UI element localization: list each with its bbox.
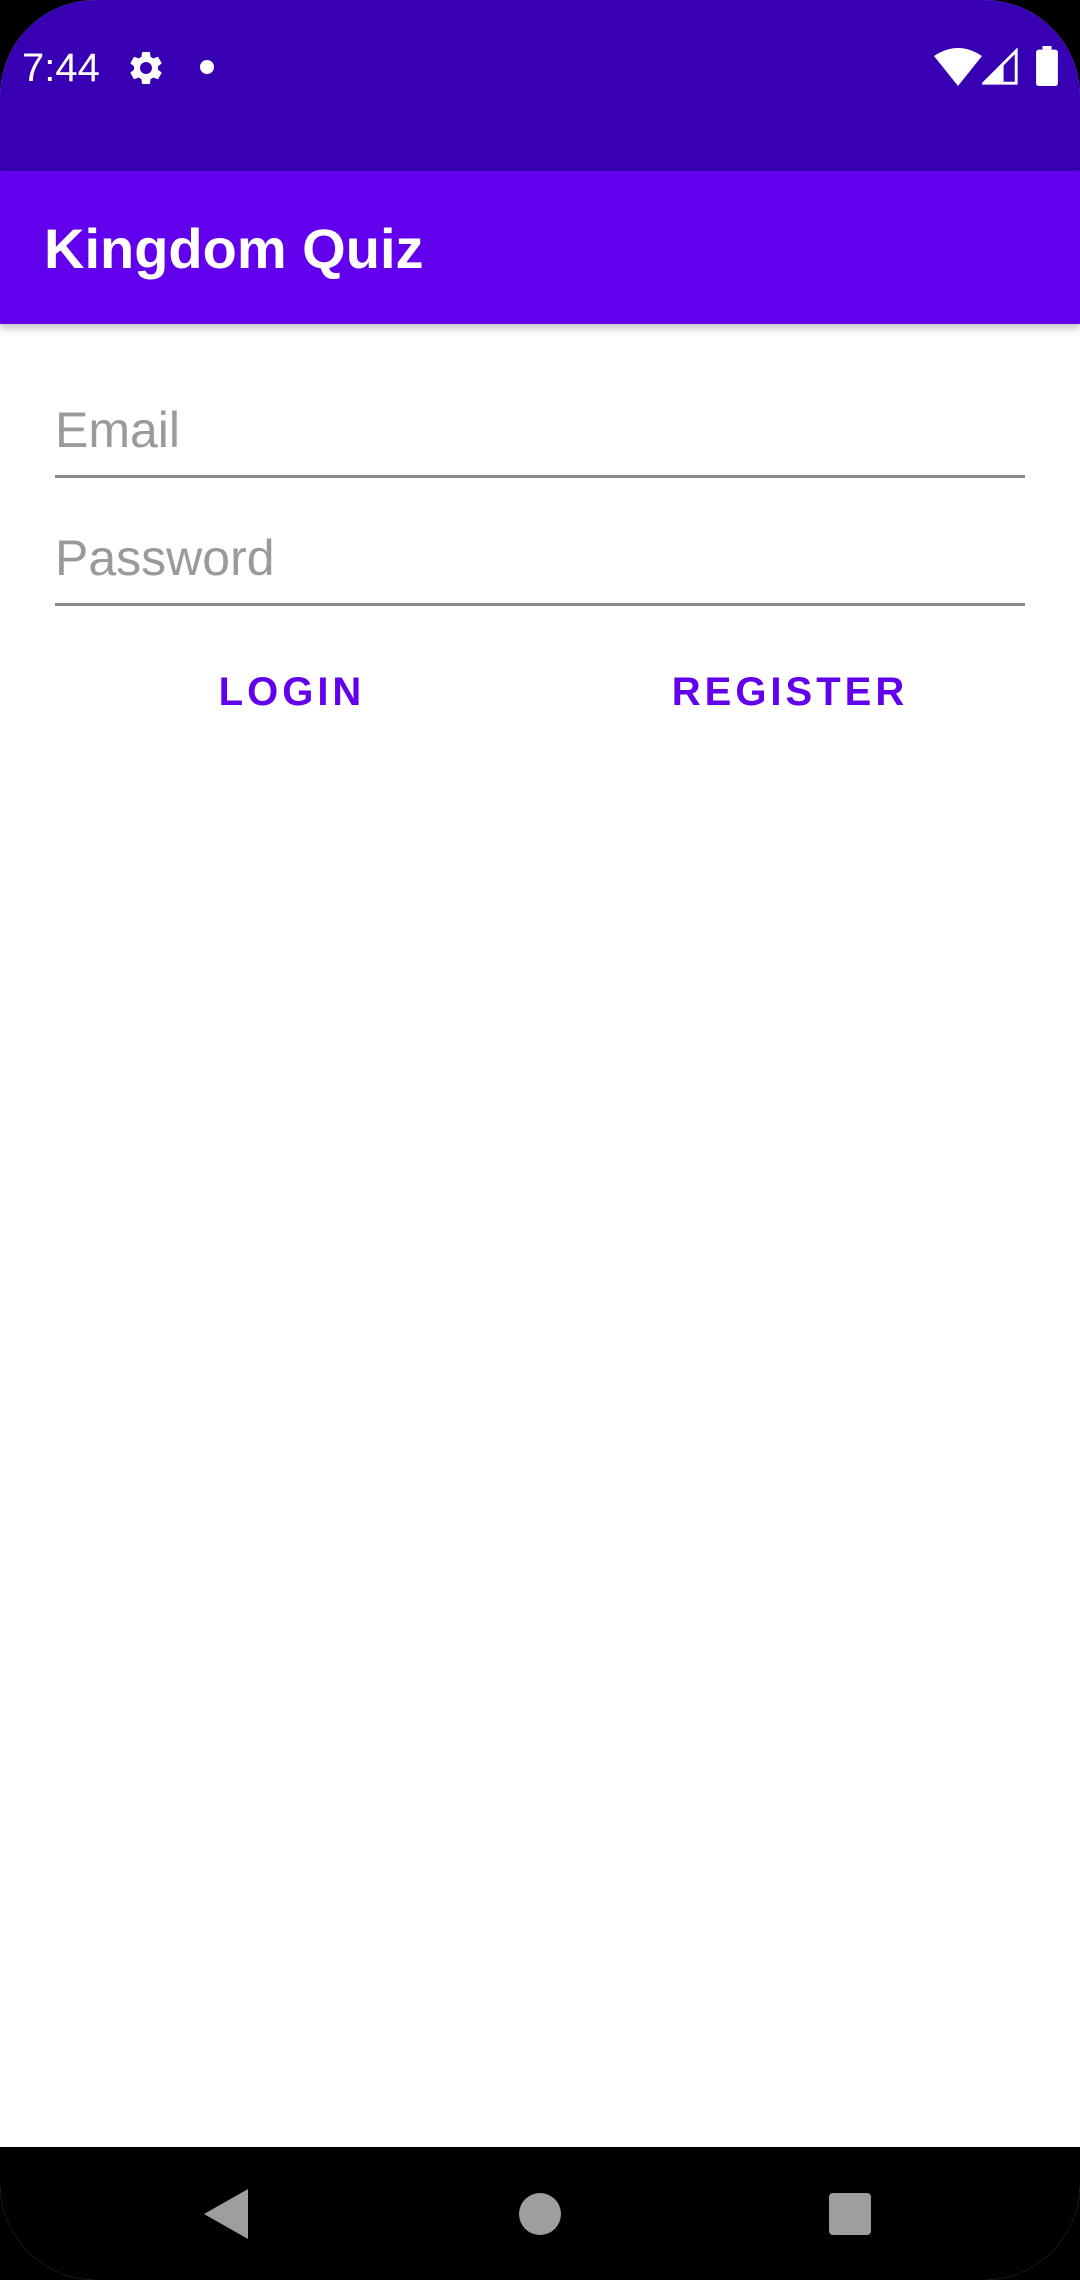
- email-field-container: [55, 388, 1025, 478]
- back-icon[interactable]: [204, 2189, 248, 2239]
- wifi-icon: [934, 48, 982, 86]
- gear-icon: [130, 51, 162, 84]
- navigation-bar: [0, 2147, 1080, 2280]
- notification-dot-icon: [200, 60, 214, 74]
- battery-icon: [1036, 46, 1058, 86]
- email-field[interactable]: [55, 388, 1025, 472]
- app-title: Kingdom Quiz: [44, 217, 424, 280]
- password-underline: [55, 603, 1025, 606]
- status-bar: 7:44: [0, 0, 1080, 171]
- password-field[interactable]: [55, 516, 1025, 600]
- home-icon[interactable]: [519, 2193, 561, 2235]
- password-field-container: [55, 516, 1025, 606]
- register-button[interactable]: REGISTER: [660, 650, 920, 732]
- login-button[interactable]: LOGIN: [180, 650, 404, 732]
- recents-icon[interactable]: [829, 2193, 871, 2235]
- status-time: 7:44: [22, 46, 100, 90]
- app-bar: Kingdom Quiz: [0, 171, 1080, 324]
- email-underline: [55, 475, 1025, 478]
- phone-screen: 7:44 Kingdom Quiz LOGIN REGISTER: [0, 0, 1080, 2280]
- cellular-signal-icon: [982, 48, 1018, 85]
